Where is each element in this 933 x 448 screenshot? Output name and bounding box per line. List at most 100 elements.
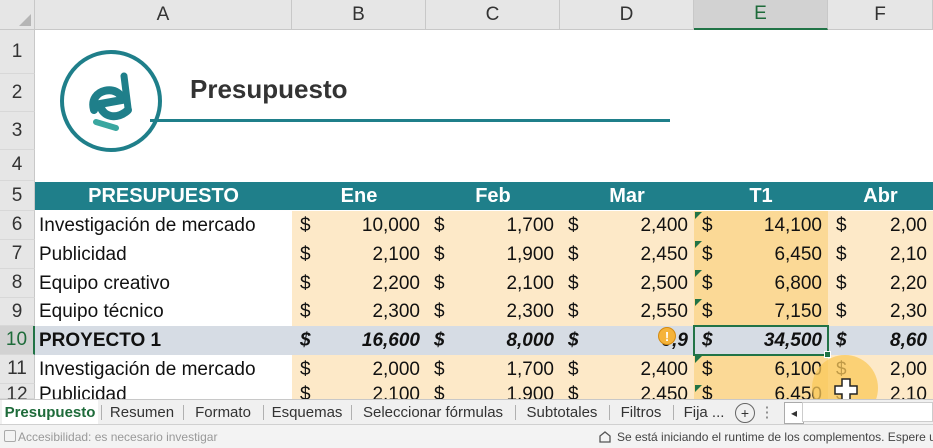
header-mar[interactable]: Mar (560, 182, 694, 210)
accessibility-icon[interactable] (4, 430, 16, 442)
value-cell-c[interactable]: $1,700 (426, 211, 560, 240)
value-cell-b[interactable]: $2,300 (292, 298, 426, 326)
header-ene[interactable]: Ene (292, 182, 426, 210)
value-cell-b[interactable]: $2,200 (292, 269, 426, 298)
sheet-tab-bar: Presupuesto Resumen Formato Esquemas Sel… (0, 399, 933, 427)
value-cell-b[interactable]: $2,000 (292, 355, 426, 384)
sheet-tab-seleccionar-formulas[interactable]: Seleccionar fórmulas (354, 400, 512, 424)
value-cell-f[interactable]: $2,20 (828, 269, 933, 298)
row-header-12[interactable]: 12 (0, 384, 35, 405)
value-cell-c[interactable]: $2,100 (426, 269, 560, 298)
value-cell-c[interactable]: $1,700 (426, 355, 560, 384)
header-presupuesto[interactable]: PRESUPUESTO (35, 182, 292, 210)
value-cell-e[interactable]: $6,800 (694, 269, 828, 298)
currency-symbol: $ (300, 272, 311, 294)
sheet-tab-subtotales[interactable]: Subtotales (518, 400, 606, 424)
value-cell-d[interactable]: $2,500 (560, 269, 694, 298)
horizontal-scrollbar[interactable] (802, 402, 933, 422)
row-header-8[interactable]: 8 (0, 269, 35, 298)
value-cell-e[interactable]: $14,100 (694, 211, 828, 240)
value-cell-e[interactable]: $6,450 (694, 384, 828, 399)
value-cell-e[interactable]: $6,450 (694, 240, 828, 269)
value-cell-f[interactable]: $2,10 (828, 240, 933, 269)
error-warning-icon[interactable]: ! (658, 327, 676, 345)
logo-icon (60, 50, 162, 152)
value-cell-d[interactable]: $2,450 (560, 384, 694, 399)
currency-symbol: $ (568, 272, 579, 294)
header-abr[interactable]: Abr (828, 182, 933, 210)
value-cell-b[interactable]: $2,100 (292, 240, 426, 269)
row-label[interactable]: Investigación de mercado (35, 211, 292, 240)
formula-warning-indicator (695, 241, 702, 248)
row-header-11[interactable]: 11 (0, 355, 35, 384)
column-header-d[interactable]: D (560, 0, 694, 30)
sheet-tab-formato[interactable]: Formato (186, 400, 260, 424)
sheet-tab-resumen[interactable]: Resumen (104, 400, 180, 424)
sheet-tab-fija[interactable]: Fija ... (676, 400, 732, 424)
value-cell-b[interactable]: $16,600 (292, 326, 426, 355)
runtime-status: Se está iniciando el runtime de los comp… (617, 430, 933, 444)
row-header-1[interactable]: 1 (0, 30, 35, 74)
cell-value: 2,20 (890, 272, 927, 294)
row-header-7[interactable]: 7 (0, 240, 35, 269)
column-header-b[interactable]: B (292, 0, 426, 30)
status-bar: Accesibilidad: es necesario investigar S… (0, 424, 933, 448)
currency-symbol: $ (702, 272, 713, 294)
value-cell-e[interactable]: $6,100 (694, 355, 828, 384)
more-options-icon[interactable]: ⋮ (760, 400, 775, 424)
row-label[interactable]: Publicidad (35, 384, 292, 399)
value-cell-f[interactable]: $2,30 (828, 298, 933, 326)
add-sheet-button[interactable]: + (735, 403, 755, 423)
currency-symbol: $ (702, 243, 713, 265)
fill-handle[interactable] (824, 351, 831, 358)
value-cell-f[interactable]: $2,00 (828, 211, 933, 240)
sheet-tab-presupuesto[interactable]: Presupuesto (2, 400, 98, 427)
value-cell-e[interactable]: $7,150 (694, 298, 828, 326)
column-header-a[interactable]: A (35, 0, 292, 30)
value-cell-c[interactable]: $1,900 (426, 240, 560, 269)
header-t1[interactable]: T1 (694, 182, 828, 210)
currency-symbol: $ (300, 214, 311, 236)
cell-value: 2,100 (372, 384, 420, 399)
row-header-3[interactable]: 3 (0, 112, 35, 150)
value-cell-d[interactable]: $2,400 (560, 355, 694, 384)
row-label[interactable]: Investigación de mercado (35, 355, 292, 384)
value-cell-c[interactable]: $1,900 (426, 384, 560, 399)
column-header-f[interactable]: F (828, 0, 933, 30)
sheet-tab-esquemas[interactable]: Esquemas (266, 400, 348, 424)
header-feb[interactable]: Feb (426, 182, 560, 210)
value-cell-d[interactable]: $2,550 (560, 298, 694, 326)
row-header-5[interactable]: 5 (0, 181, 35, 211)
cell-value: 6,450 (774, 243, 822, 265)
row-label[interactable]: Equipo creativo (35, 269, 292, 298)
row-label[interactable]: Equipo técnico (35, 298, 292, 326)
column-header-e[interactable]: E (694, 0, 828, 30)
select-all-corner[interactable] (0, 0, 35, 30)
value-cell-d[interactable]: $2,400 (560, 211, 694, 240)
currency-symbol: $ (300, 301, 311, 322)
accessibility-status[interactable]: Accesibilidad: es necesario investigar (18, 430, 217, 444)
formula-warning-indicator (695, 356, 702, 363)
scroll-left-button[interactable]: ◂ (784, 402, 804, 424)
value-cell-c[interactable]: $8,000 (426, 326, 560, 355)
currency-symbol: $ (434, 358, 445, 380)
cell-value: 2,10 (890, 384, 927, 399)
column-header-c[interactable]: C (426, 0, 560, 30)
row-header-10[interactable]: 10 (0, 326, 35, 355)
cell-value: 2,00 (890, 358, 927, 380)
row-label[interactable]: PROYECTO 1 (35, 326, 292, 355)
value-cell-f[interactable]: $8,60 (828, 326, 933, 355)
row-header-2[interactable]: 2 (0, 74, 35, 112)
value-cell-b[interactable]: $2,100 (292, 384, 426, 399)
cell-value: 2,100 (372, 243, 420, 265)
row-header-9[interactable]: 9 (0, 298, 35, 326)
currency-symbol: $ (434, 301, 445, 322)
row-label[interactable]: Publicidad (35, 240, 292, 269)
value-cell-b[interactable]: $10,000 (292, 211, 426, 240)
value-cell-c[interactable]: $2,300 (426, 298, 560, 326)
cell-value: 1,900 (506, 384, 554, 399)
sheet-tab-filtros[interactable]: Filtros (612, 400, 670, 424)
row-header-4[interactable]: 4 (0, 150, 35, 181)
row-header-6[interactable]: 6 (0, 211, 35, 240)
value-cell-d[interactable]: $2,450 (560, 240, 694, 269)
